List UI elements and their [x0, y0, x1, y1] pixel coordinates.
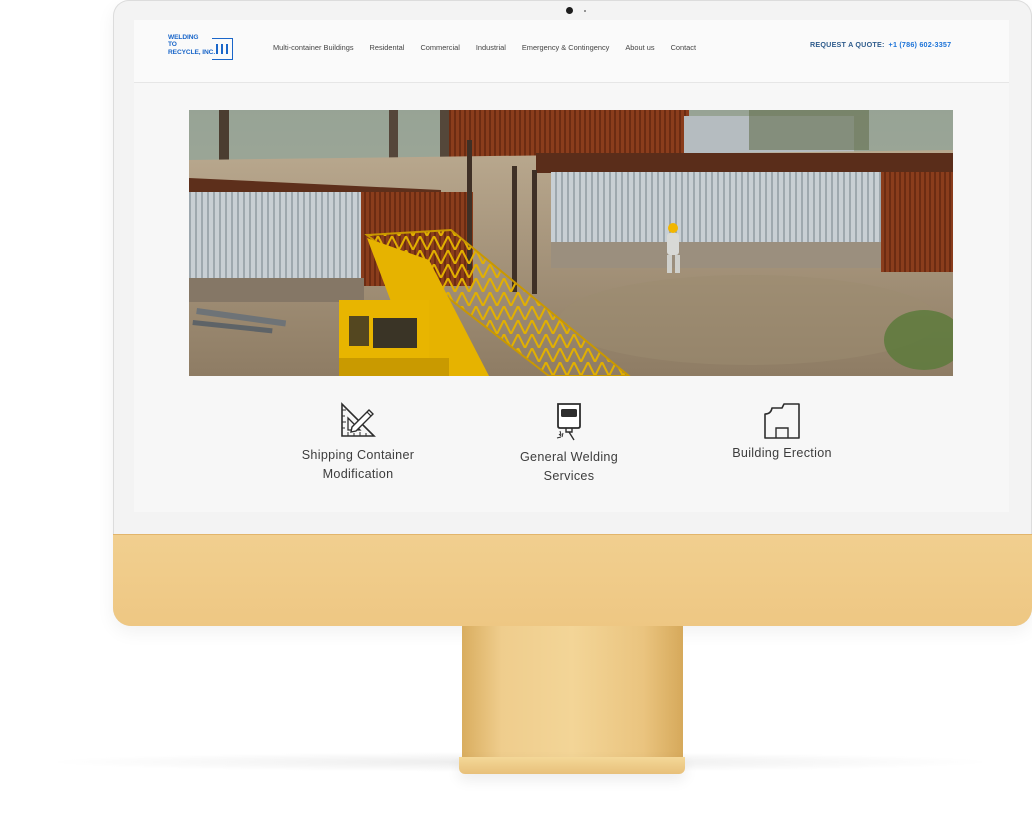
service-title-line: Modification	[322, 467, 394, 481]
monitor-chin	[113, 534, 1032, 626]
logo-line: TO	[168, 41, 177, 49]
logo-bars-icon	[212, 38, 233, 60]
welding-mask-icon	[556, 403, 581, 441]
request-quote: REQUEST A QUOTE: +1 (786) 602-3357	[810, 39, 951, 51]
nav-item-about-us[interactable]: About us	[625, 42, 654, 54]
site-logo[interactable]: WELDING TO RECYCLE, INC.	[168, 34, 234, 64]
camera-icon	[566, 7, 573, 14]
service-title-line: Building Erection	[732, 446, 832, 460]
nav-item-industrial[interactable]: Industrial	[476, 42, 506, 54]
quote-phone-link[interactable]: +1 (786) 602-3357	[889, 40, 952, 49]
logo-line: RECYCLE, INC.	[168, 48, 216, 56]
service-card-building-erection[interactable]: Building Erection	[702, 400, 862, 463]
service-title-line: Shipping Container	[301, 448, 415, 462]
nav-item-residental[interactable]: Residental	[370, 42, 405, 54]
service-title-line: Services	[543, 469, 595, 483]
browser-screen: WELDING TO RECYCLE, INC. Multi-container…	[134, 20, 1009, 512]
main-nav: Multi-container Buildings Residental Com…	[273, 42, 712, 54]
camera-sensor	[584, 10, 586, 12]
monitor-stand-foot	[459, 757, 685, 774]
nav-item-commercial[interactable]: Commercial	[420, 42, 459, 54]
logo-line: WELDING	[168, 34, 199, 41]
building-outline-icon	[764, 403, 800, 439]
monitor-stand	[462, 626, 683, 761]
service-card-general-welding-services[interactable]: General Welding Services	[489, 400, 649, 486]
nav-item-emergency-contingency[interactable]: Emergency & Contingency	[522, 42, 610, 54]
service-title-line: General Welding	[519, 450, 619, 464]
nav-item-contact[interactable]: Contact	[671, 42, 696, 54]
service-card-shipping-container-modification[interactable]: Shipping Container Modification	[278, 400, 438, 484]
logo-wordmark: WELDING TO RECYCLE, INC.	[168, 34, 216, 56]
quote-label: REQUEST A QUOTE:	[810, 40, 885, 49]
nav-item-multi-container-buildings[interactable]: Multi-container Buildings	[273, 42, 354, 54]
site-header: WELDING TO RECYCLE, INC. Multi-container…	[134, 20, 1009, 83]
hero-image	[189, 110, 953, 376]
ruler-pencil-icon	[341, 402, 376, 437]
